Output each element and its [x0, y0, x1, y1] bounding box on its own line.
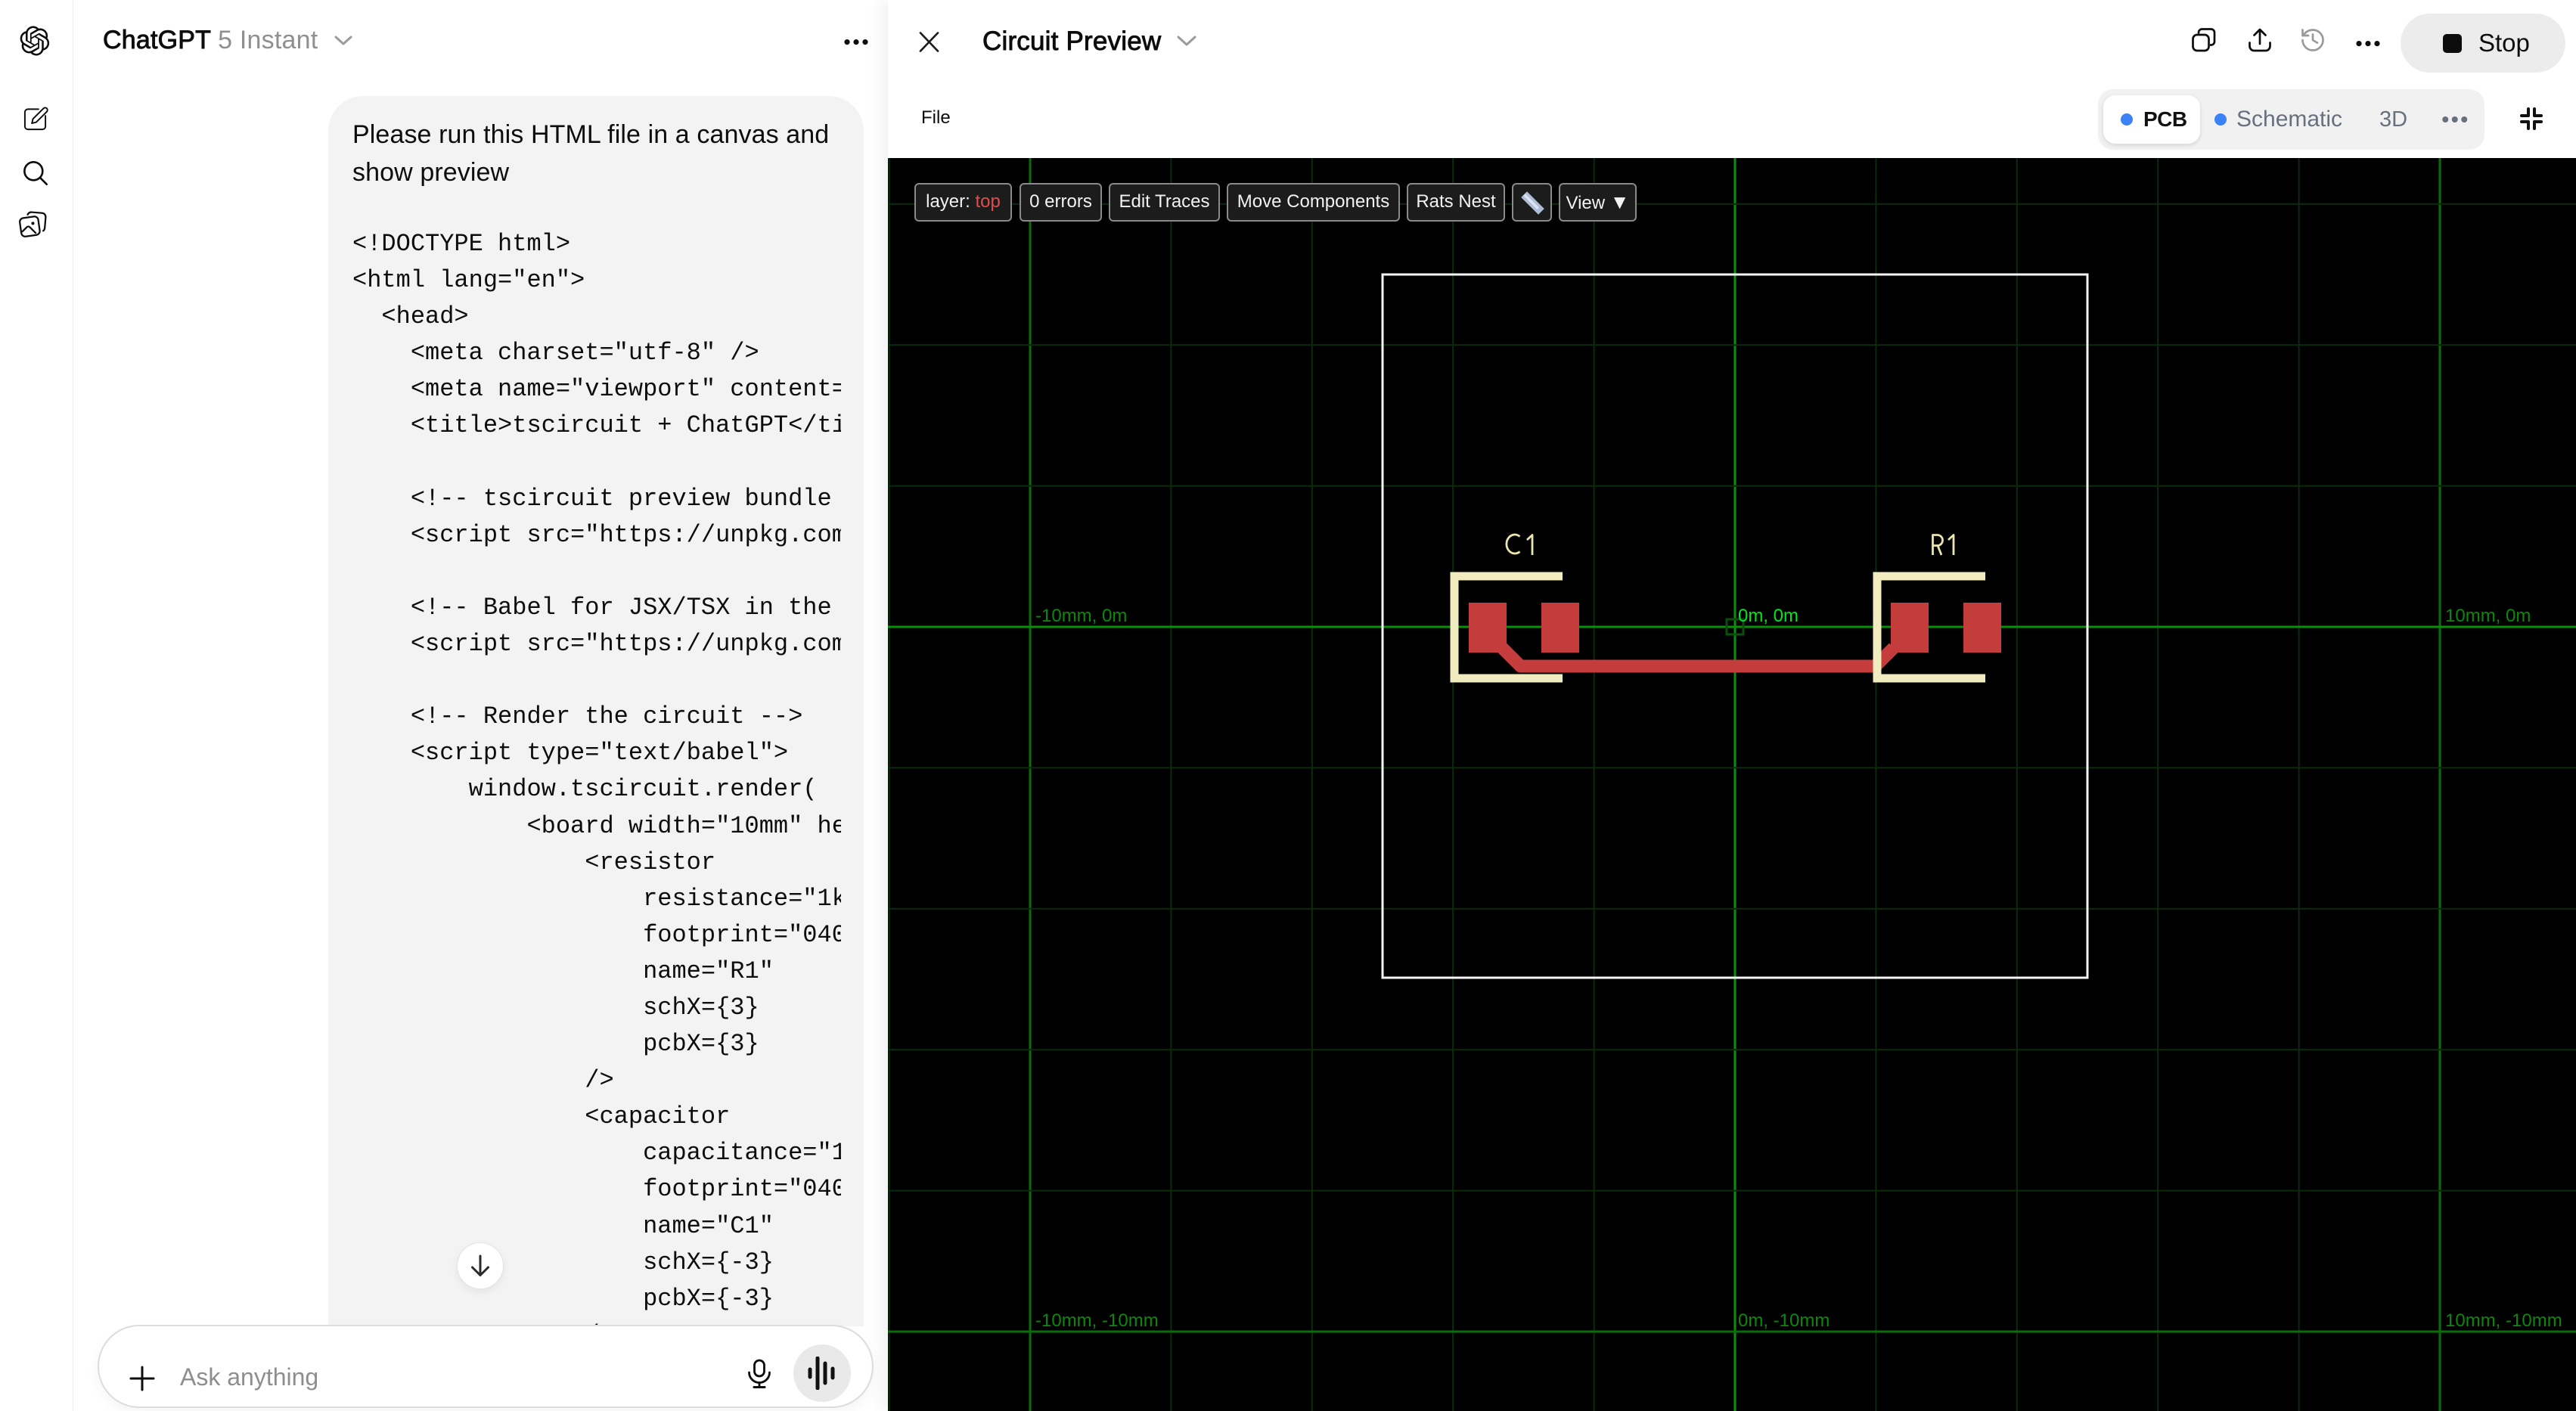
svg-text:0m, 0m: 0m, 0m: [1738, 606, 1799, 626]
svg-text:10mm, -10mm: 10mm, -10mm: [2445, 1310, 2562, 1331]
svg-text:10mm, 0m: 10mm, 0m: [2445, 606, 2531, 626]
svg-text:-10mm, -10mm: -10mm, -10mm: [1035, 1310, 1159, 1331]
svg-text:0m, -10mm: 0m, -10mm: [1738, 1310, 1830, 1331]
svg-text:-10mm, 0m: -10mm, 0m: [1035, 606, 1127, 626]
